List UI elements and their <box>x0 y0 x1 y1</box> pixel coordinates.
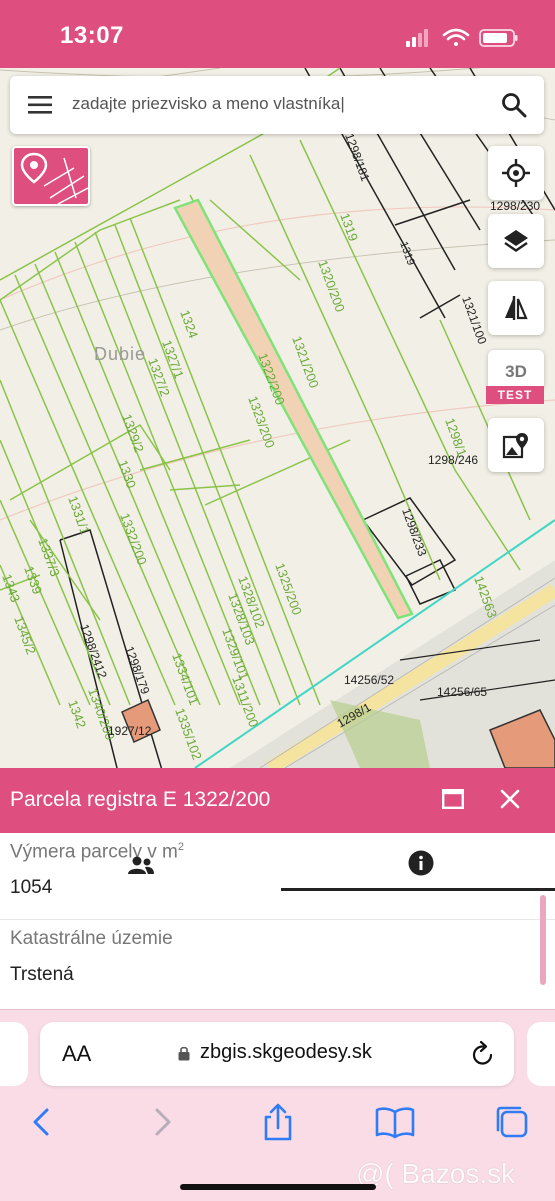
search-bar[interactable]: zadajte priezvisko a meno vlastníka| <box>10 76 544 134</box>
layers-icon <box>504 230 528 252</box>
parcel-label: 1927/12 <box>108 724 152 738</box>
parcel-label: 1319 <box>397 240 417 267</box>
cadastral-label: Katastrálne územie <box>10 928 173 949</box>
area-label: Výmera parcely v m2 <box>10 841 184 863</box>
search-input[interactable]: zadajte priezvisko a meno vlastníka| <box>72 94 345 114</box>
divider <box>0 919 555 920</box>
status-bar: 13:07 <box>0 0 555 68</box>
menu-icon[interactable] <box>28 94 52 116</box>
map-pin-button[interactable] <box>488 418 544 472</box>
map-pin-logo-icon <box>20 152 89 205</box>
parcel-label: 1330 <box>115 458 139 490</box>
3d-label: 3D <box>505 362 527 381</box>
highlighted-parcel[interactable] <box>173 198 414 620</box>
parcel-label: 14256/52 <box>344 673 394 687</box>
parcel-label: 1311/200 <box>229 674 261 729</box>
parcel-label: 1298/246 <box>428 453 478 467</box>
parcel-label: 14256/65 <box>437 685 487 699</box>
parcel-label: 1337/3 <box>35 536 63 578</box>
compare-button[interactable] <box>488 281 544 335</box>
3d-button[interactable]: 3D <box>488 350 544 390</box>
reader-settings-button[interactable]: AA <box>62 1041 91 1067</box>
parcel-label: 1345/2 <box>11 614 39 656</box>
parcel-label: 1324 <box>177 308 201 340</box>
next-tab-preview[interactable] <box>527 1022 555 1086</box>
watermark: @( Bazos.sk <box>356 1158 516 1189</box>
parcel-label: 1342 <box>65 698 89 730</box>
parcel-label: 1298/230 <box>490 199 540 213</box>
parcel-label: 1334/101 <box>169 651 202 707</box>
area-value: 1054 <box>10 877 53 898</box>
parcel-label: 1325/200 <box>272 561 305 617</box>
url-text[interactable]: zbgis.skgeodesy.sk <box>200 1041 372 1064</box>
wifi-icon <box>442 28 470 46</box>
locate-button[interactable] <box>488 146 544 200</box>
close-icon[interactable] <box>499 788 521 810</box>
parcel-label: 1335/102 <box>172 706 205 762</box>
parcel-label: 1298/233 <box>399 506 429 558</box>
info-icon[interactable] <box>408 850 434 876</box>
layers-button[interactable] <box>488 214 544 268</box>
parcel-panel-body: Výmera parcely v m2 1054 Katastrálne úze… <box>0 833 555 1009</box>
share-icon[interactable] <box>258 1102 298 1142</box>
parcel-label: 1298/181 <box>342 131 372 183</box>
parcel-label: 1298/2412 <box>77 622 110 680</box>
owners-icon[interactable] <box>128 855 154 875</box>
locate-icon <box>502 159 530 187</box>
parcel-label: 1331/1 <box>65 494 93 536</box>
scrollbar[interactable] <box>540 895 546 985</box>
parcel-label: 1343 <box>0 572 23 604</box>
parcel-label: 1321/100 <box>459 294 489 346</box>
basemap-switch-button[interactable] <box>12 146 90 206</box>
previous-tab-preview[interactable] <box>0 1022 28 1086</box>
home-indicator <box>180 1184 376 1190</box>
search-icon[interactable] <box>500 91 528 119</box>
map-pin-icon <box>502 433 528 459</box>
forward-icon[interactable] <box>142 1102 182 1142</box>
compare-icon <box>505 296 528 320</box>
test-badge: TEST <box>486 386 544 404</box>
bookmarks-icon[interactable] <box>375 1102 415 1142</box>
parcel-label: 1329/2 <box>119 412 147 454</box>
battery-icon <box>479 29 518 47</box>
maximize-icon[interactable] <box>442 789 464 809</box>
lock-icon <box>178 1046 190 1061</box>
address-bar[interactable]: AA zbgis.skgeodesy.sk <box>40 1022 514 1086</box>
parcel-panel-header: Parcela registra E 1322/200 <box>0 768 555 833</box>
status-time: 13:07 <box>60 22 124 49</box>
signal-icon <box>406 29 428 47</box>
browser-toolbar: AA zbgis.skgeodesy.sk @( Bazos.sk <box>0 1009 555 1201</box>
tabs-icon[interactable] <box>492 1102 532 1142</box>
panel-title: Parcela registra E 1322/200 <box>10 788 271 811</box>
reload-icon[interactable] <box>470 1039 496 1067</box>
place-name: Dubie <box>94 344 146 364</box>
active-tab-indicator <box>281 888 555 891</box>
status-icons <box>406 28 518 47</box>
parcel-label: 1321/200 <box>289 334 322 390</box>
cadastral-value: Trstená <box>10 964 74 985</box>
parcel-label: 1320/200 <box>315 258 348 314</box>
back-icon[interactable] <box>22 1102 62 1142</box>
parcel-label: 1298/179 <box>122 644 152 696</box>
parcel-label: 1332/200 <box>117 511 150 567</box>
